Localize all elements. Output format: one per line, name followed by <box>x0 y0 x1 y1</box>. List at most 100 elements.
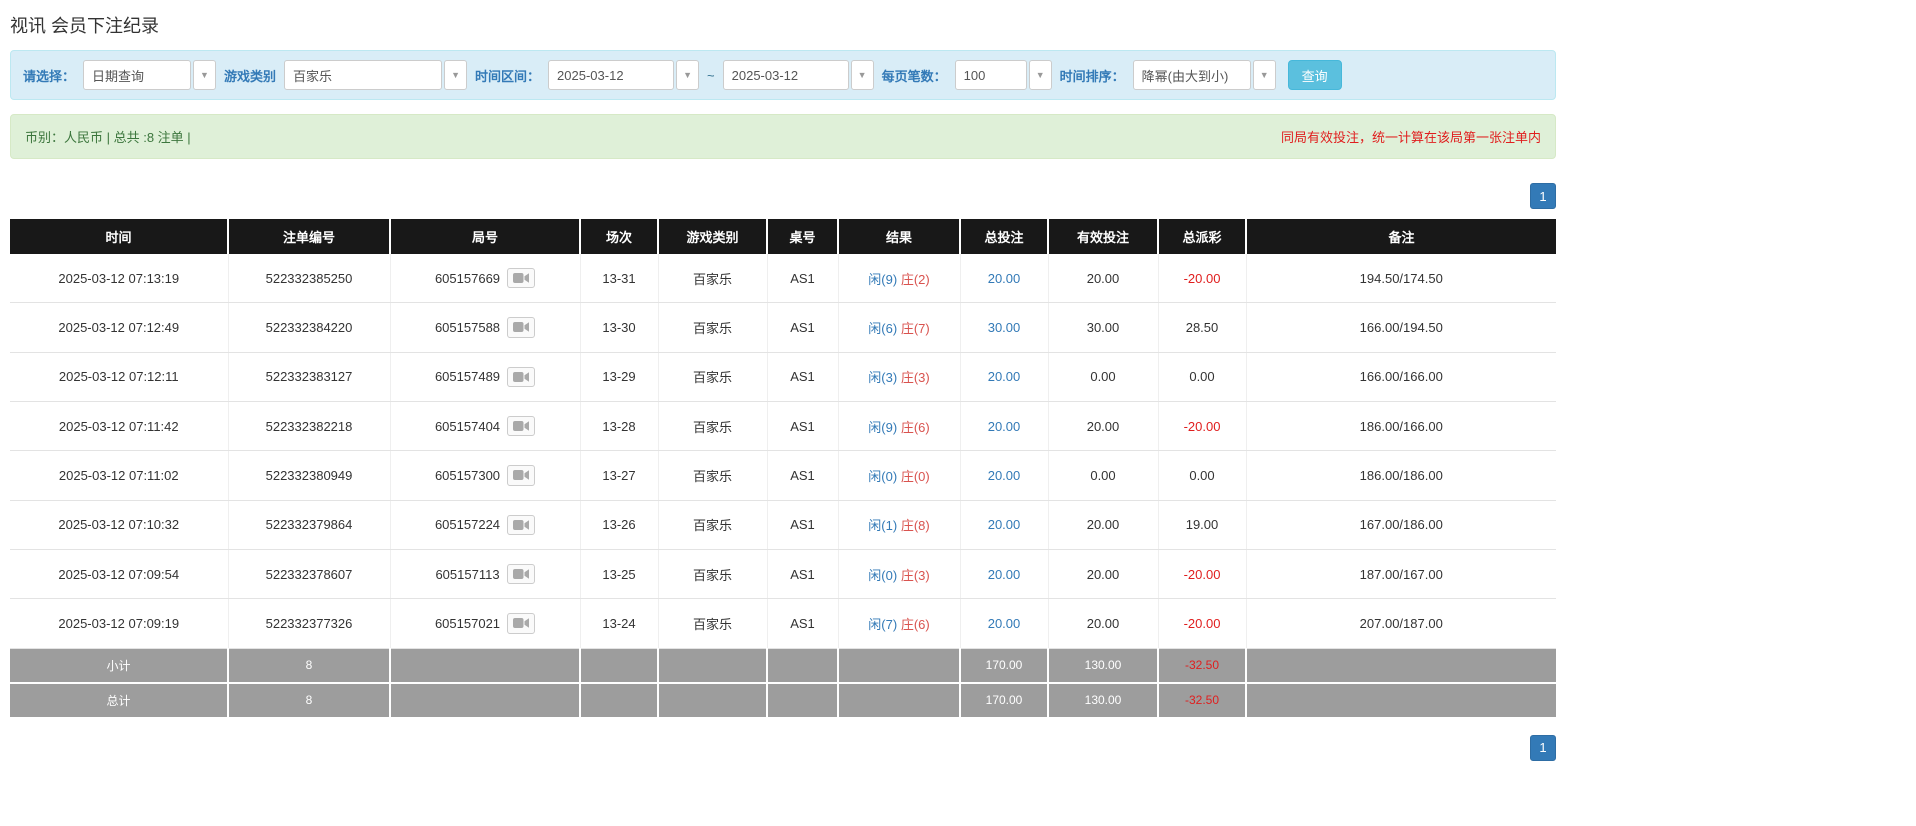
cell-game-type: 百家乐 <box>658 352 768 402</box>
cell-table-no: AS1 <box>767 549 839 600</box>
summary-empty-cell <box>767 648 839 684</box>
date-to-input[interactable] <box>722 60 849 90</box>
total-bet-link[interactable]: 20.00 <box>988 369 1021 384</box>
cell-session: 13-26 <box>580 500 659 550</box>
cell-payout: -20.00 <box>1158 254 1247 304</box>
sort-order-combo: ▼ <box>1132 60 1276 90</box>
table-footer: 小计 8 170.00 130.00 -32.50 总计 8 170.00 130.00 -32.… <box>10 648 1556 719</box>
cell-total-bet: 30.00 <box>960 302 1049 353</box>
video-replay-button[interactable] <box>507 465 536 486</box>
cell-result: 闲(0) 庄(3) <box>838 549 961 600</box>
result-banker: 庄(7) <box>900 320 930 336</box>
cell-remark: 167.00/186.00 <box>1246 500 1556 550</box>
round-number: 605157113 <box>435 566 500 582</box>
result-banker: 庄(6) <box>900 419 930 435</box>
total-bet-link[interactable]: 20.00 <box>988 616 1021 631</box>
total-bet-link[interactable]: 20.00 <box>988 567 1021 582</box>
table-row: 2025-03-12 07:10:32 522332379864 605157224… <box>10 500 1556 550</box>
page-1-button[interactable]: 1 <box>1530 734 1556 761</box>
cell-table-no: AS1 <box>767 401 839 452</box>
video-replay-button[interactable] <box>506 563 535 585</box>
video-replay-button[interactable] <box>507 366 536 387</box>
result-banker: 庄(3) <box>900 567 930 583</box>
cell-session: 13-28 <box>580 401 659 452</box>
summary-valid-bet: 130.00 <box>1048 648 1159 684</box>
round-number: 605157224 <box>434 517 501 533</box>
summary-row: 小计 8 170.00 130.00 -32.50 <box>10 648 1556 684</box>
select-mode-input[interactable] <box>83 60 192 90</box>
cell-result: 闲(9) 庄(2) <box>838 254 961 304</box>
sort-order-dropdown-button[interactable]: ▼ <box>1252 60 1276 90</box>
summary-empty-cell <box>580 682 659 719</box>
summary-valid-bet: 130.00 <box>1048 682 1159 719</box>
total-bet-link[interactable]: 30.00 <box>988 320 1021 335</box>
chevron-down-icon: ▼ <box>451 69 460 80</box>
select-mode-dropdown-button[interactable]: ▼ <box>193 60 217 90</box>
summary-bar: 币别：人民币 | 总共 :8 注单 | 同局有效投注，统一计算在该局第一张注单内 <box>10 114 1556 159</box>
search-button[interactable]: 查询 <box>1287 60 1342 90</box>
per-page-input[interactable] <box>954 60 1027 90</box>
round-wrap: 605157300 <box>435 465 536 486</box>
header-session: 场次 <box>580 219 659 254</box>
cell-valid-bet: 20.00 <box>1048 254 1159 304</box>
round-number: 605157404 <box>434 418 501 434</box>
header-remark: 备注 <box>1246 219 1556 254</box>
per-page-combo: ▼ <box>954 60 1052 90</box>
summary-remark <box>1246 682 1556 719</box>
total-bet-link[interactable]: 20.00 <box>988 517 1021 532</box>
cell-payout: -20.00 <box>1158 549 1247 600</box>
summary-empty-cell <box>580 648 659 684</box>
cell-table-no: AS1 <box>767 500 839 550</box>
cell-result: 闲(7) 庄(6) <box>838 598 961 649</box>
cell-bet-id: 522332378607 <box>228 549 391 600</box>
cell-total-bet: 20.00 <box>960 352 1049 402</box>
cell-table-no: AS1 <box>767 254 839 304</box>
summary-total-bet: 170.00 <box>960 648 1049 684</box>
table-row: 2025-03-12 07:12:11 522332383127 605157489… <box>10 352 1556 402</box>
video-camera-icon <box>513 420 530 431</box>
table-row: 2025-03-12 07:13:19 522332385250 605157669… <box>10 254 1556 304</box>
video-camera-icon <box>513 519 530 530</box>
cell-valid-bet: 20.00 <box>1048 500 1159 550</box>
date-to-dropdown-button[interactable]: ▼ <box>850 60 874 90</box>
main-container: 视讯 会员下注纪录 请选择： ▼ 游戏类别 ▼ 时间区间： ▼ ~ ▼ 每页笔数… <box>10 0 1556 761</box>
cell-game-type: 百家乐 <box>658 302 768 353</box>
cell-total-bet: 20.00 <box>960 254 1049 304</box>
cell-bet-id: 522332379864 <box>228 500 391 550</box>
header-bet-id: 注单编号 <box>228 219 391 254</box>
total-bet-link[interactable]: 20.00 <box>988 468 1021 483</box>
total-bet-link[interactable]: 20.00 <box>988 271 1021 286</box>
video-replay-button[interactable] <box>507 317 536 338</box>
cell-valid-bet: 0.00 <box>1048 450 1159 501</box>
video-replay-button[interactable] <box>507 514 536 535</box>
chevron-down-icon: ▼ <box>1035 69 1045 80</box>
cell-bet-id: 522332382218 <box>228 401 391 452</box>
game-type-input[interactable] <box>284 60 443 90</box>
video-camera-icon <box>513 470 530 481</box>
select-mode-label: 请选择： <box>23 68 76 84</box>
date-from-dropdown-button[interactable]: ▼ <box>676 60 700 90</box>
per-page-dropdown-button[interactable]: ▼ <box>1028 60 1052 90</box>
sort-order-input[interactable] <box>1132 60 1251 90</box>
cell-table-no: AS1 <box>767 598 839 649</box>
cell-session: 13-31 <box>580 254 659 304</box>
game-type-dropdown-button[interactable]: ▼ <box>444 60 468 90</box>
cell-game-type: 百家乐 <box>658 500 768 550</box>
cell-valid-bet: 30.00 <box>1048 302 1159 353</box>
cell-payout: 19.00 <box>1158 500 1247 550</box>
result-player: 闲(3) <box>868 370 898 386</box>
video-replay-button[interactable] <box>507 415 536 437</box>
cell-remark: 187.00/167.00 <box>1246 549 1556 600</box>
page-1-button[interactable]: 1 <box>1530 183 1556 209</box>
cell-remark: 186.00/186.00 <box>1246 450 1556 501</box>
total-bet-link[interactable]: 20.00 <box>988 419 1021 434</box>
date-from-input[interactable] <box>548 60 675 90</box>
video-replay-button[interactable] <box>507 613 536 634</box>
game-type-label: 游戏类别 <box>224 68 277 84</box>
video-replay-button[interactable] <box>507 268 536 289</box>
cell-time: 2025-03-12 07:11:42 <box>10 401 229 452</box>
cell-total-bet: 20.00 <box>960 500 1049 550</box>
result-player: 闲(9) <box>868 419 898 435</box>
sort-order-label: 时间排序： <box>1059 68 1125 84</box>
cell-result: 闲(6) 庄(7) <box>838 302 961 353</box>
